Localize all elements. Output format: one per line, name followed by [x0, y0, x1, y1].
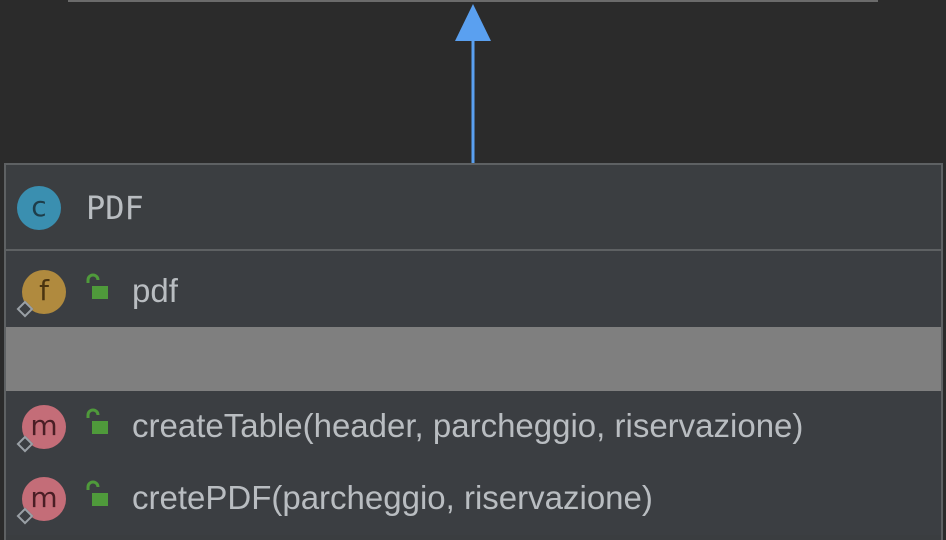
class-box-pdf[interactable]: c PDF f pdf m createTable(header, parche… — [4, 163, 943, 540]
method-row-cretepdf[interactable]: m cretePDF(parcheggio, riservazione) — [6, 463, 941, 535]
public-lock-icon — [86, 273, 108, 299]
compartment-separator — [6, 327, 941, 391]
method-text: cretePDF(parcheggio, riservazione) — [132, 479, 653, 516]
method-row-createtable[interactable]: m createTable(header, parcheggio, riserv… — [6, 391, 941, 463]
class-icon: c — [17, 186, 61, 230]
inheritance-arrow — [455, 4, 491, 163]
method-text: createTable(header, parcheggio, riservaz… — [132, 407, 804, 444]
field-text: pdf — [132, 272, 178, 309]
public-lock-icon — [86, 408, 108, 434]
class-header: c PDF — [6, 165, 941, 251]
field-row-pdf[interactable]: f pdf — [6, 251, 941, 327]
public-lock-icon — [86, 480, 108, 506]
class-name: PDF — [86, 189, 144, 227]
diagram-canvas: c PDF f pdf m createTable(header, parche… — [0, 0, 946, 540]
